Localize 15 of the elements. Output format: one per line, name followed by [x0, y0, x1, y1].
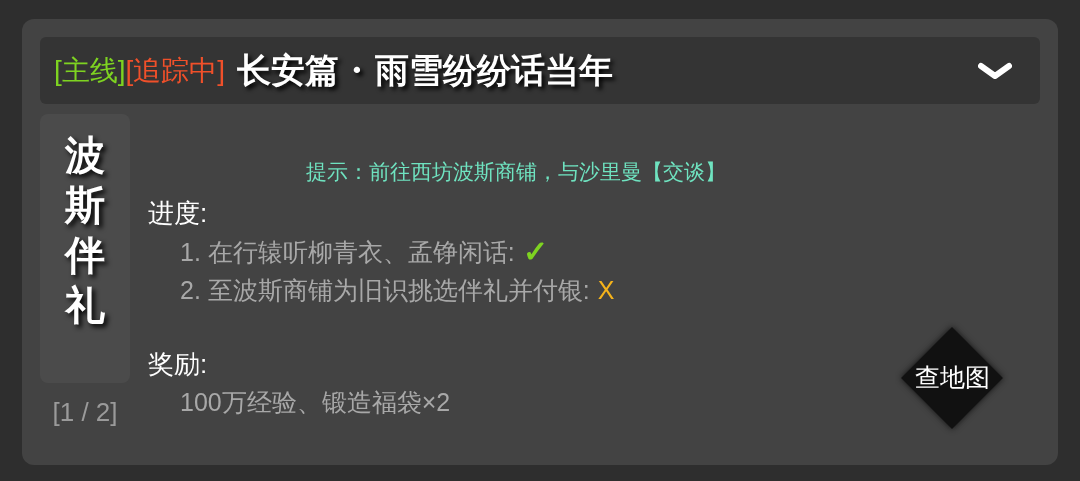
- hint-text: 提示：前往西坊波斯商铺，与沙里曼【交谈】: [306, 159, 727, 185]
- step-text: 1. 在行辕听柳青衣、孟铮闲话:: [180, 236, 515, 268]
- header-bar[interactable]: [主线][追踪中] 长安篇 · 雨雪纷纷话当年: [40, 37, 1040, 104]
- step-text: 2. 至波斯商铺为旧识挑选伴礼并付银:: [180, 274, 590, 306]
- reward-label: 奖励:: [148, 347, 208, 381]
- chevron-down-icon[interactable]: [978, 61, 1012, 80]
- quest-tag: [追踪中]: [125, 49, 226, 92]
- progress-label: 进度:: [148, 196, 208, 230]
- quest-name: 波斯伴礼: [65, 130, 105, 330]
- reward-text: 100万经验、锻造福袋×2: [180, 386, 451, 418]
- pending-mark: X: [597, 274, 615, 306]
- page-indicator: [1 / 2]: [52, 396, 118, 429]
- quest-tag: [主线]: [54, 49, 126, 92]
- done-mark: ✓: [522, 233, 548, 270]
- quest-chapter-title: 长安篇 · 雨雪纷纷话当年: [237, 49, 613, 92]
